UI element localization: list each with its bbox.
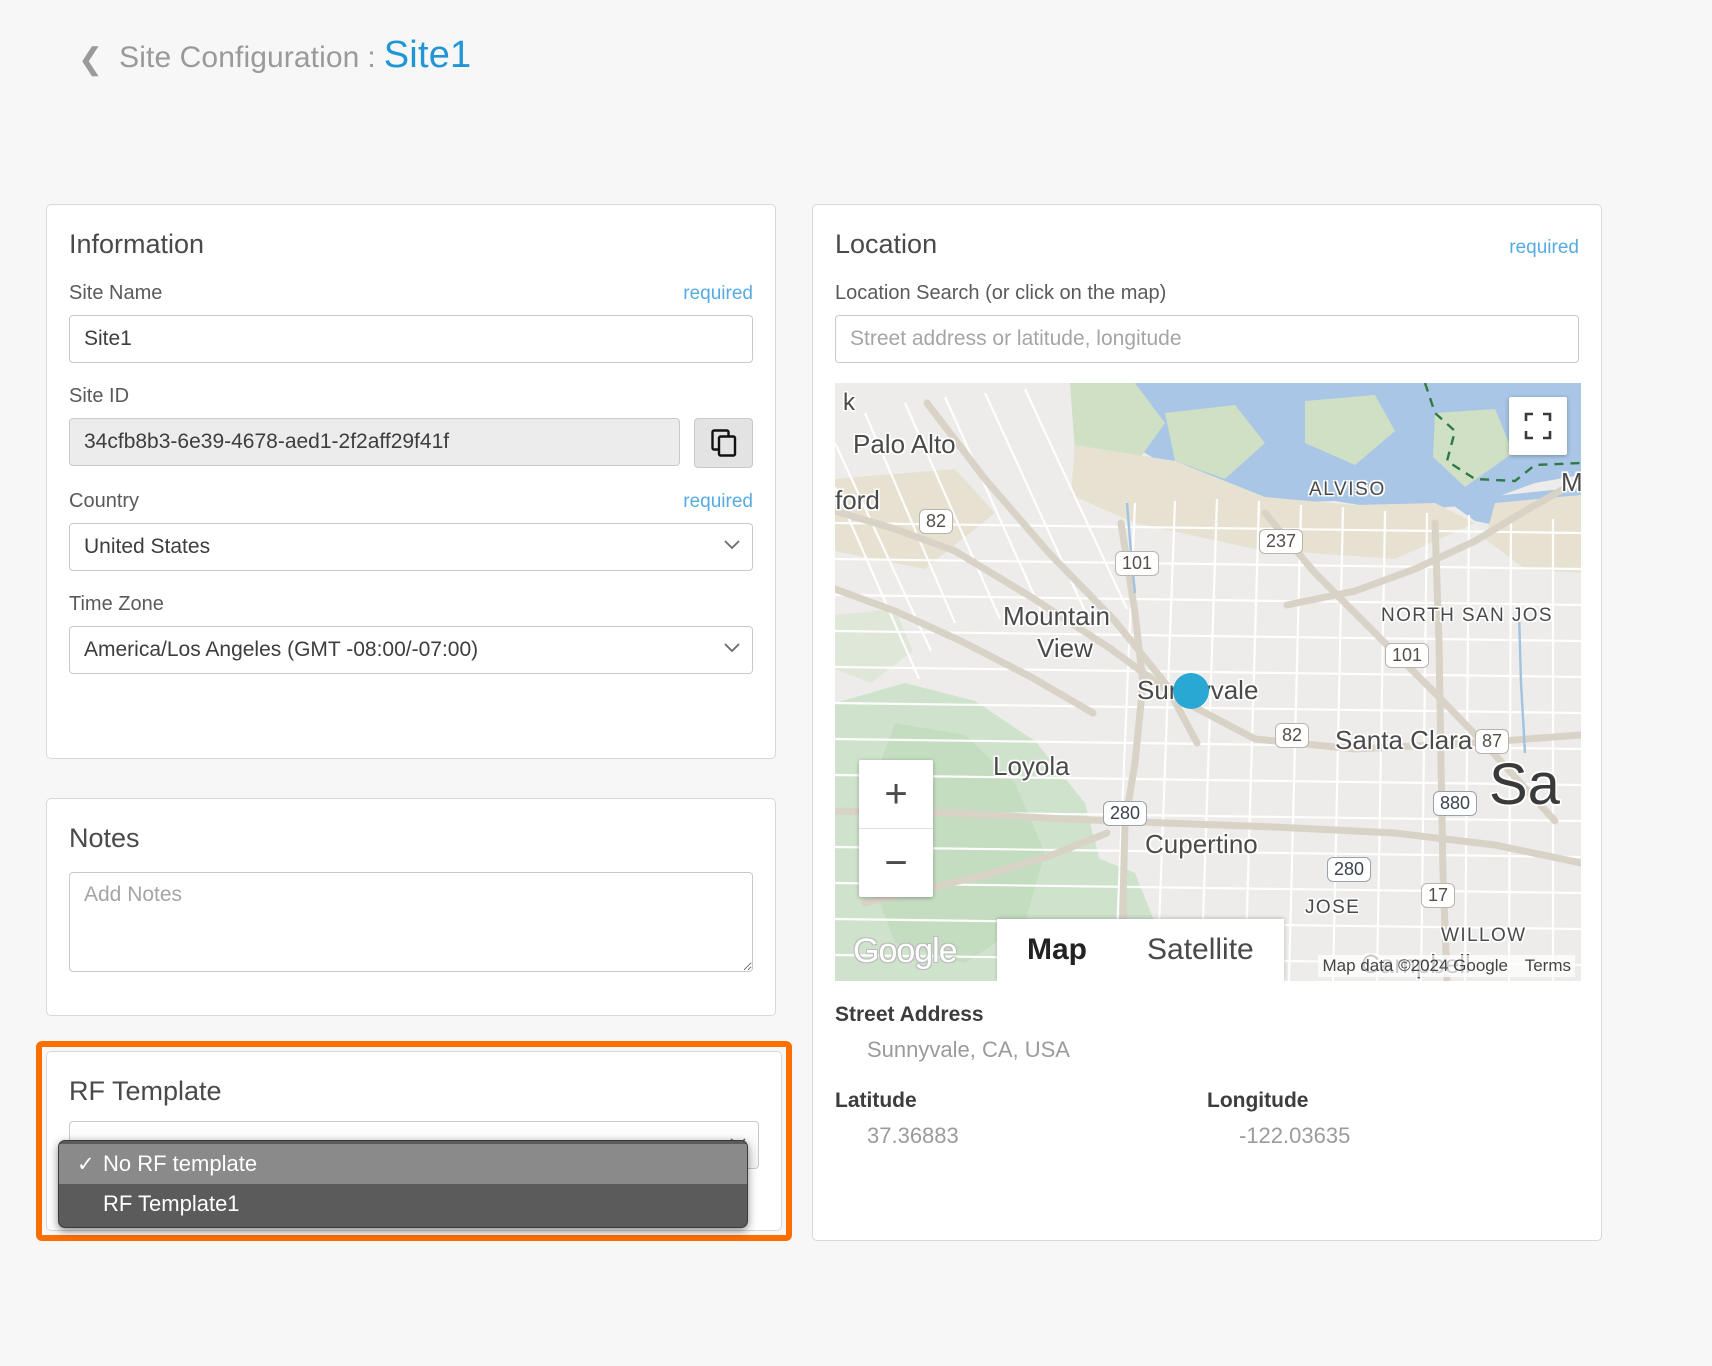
- map-label: M: [1561, 467, 1581, 498]
- street-address-label: Street Address: [835, 1003, 1579, 1027]
- location-required-tag: required: [1509, 237, 1579, 259]
- page-title: Site1: [384, 34, 472, 77]
- map-label: Santa Clara: [1335, 725, 1472, 756]
- copy-site-id-button[interactable]: [694, 418, 753, 468]
- map-terms-link[interactable]: Terms: [1525, 956, 1571, 975]
- site-name-label: Site Name: [69, 282, 162, 305]
- map-label: JOSE: [1305, 897, 1360, 919]
- timezone-select-value: America/Los Angeles (GMT -08:00/-07:00): [84, 638, 478, 662]
- map-type-map-button[interactable]: Map: [997, 919, 1117, 981]
- latitude-value: 37.36883: [835, 1123, 1207, 1149]
- country-select[interactable]: United States: [69, 523, 753, 571]
- breadcrumb: ❮ Site Configuration : Site1: [78, 34, 471, 77]
- map-label: Sa: [1489, 751, 1560, 818]
- information-card: Information Site Name required Site ID: [46, 204, 776, 759]
- route-shield: 101: [1115, 551, 1159, 576]
- route-shield: 880: [1433, 791, 1477, 816]
- google-logo: Google: [853, 932, 957, 971]
- rf-template-option-label: No RF template: [103, 1151, 257, 1177]
- site-id-input[interactable]: [69, 418, 680, 466]
- country-label: Country: [69, 490, 139, 513]
- map-label: Mountain: [1003, 601, 1110, 632]
- street-address-value: Sunnyvale, CA, USA: [835, 1037, 1579, 1063]
- longitude-label: Longitude: [1207, 1089, 1579, 1113]
- map-label: NORTH SAN JOS: [1381, 605, 1553, 627]
- route-shield: 87: [1475, 729, 1509, 754]
- route-shield: 280: [1327, 857, 1371, 882]
- map-type-satellite-button[interactable]: Satellite: [1117, 919, 1284, 981]
- country-select-value: United States: [84, 535, 210, 559]
- information-title: Information: [69, 229, 753, 260]
- chevron-down-icon: [724, 643, 738, 657]
- latitude-label: Latitude: [835, 1089, 1207, 1113]
- map-label: Loyola: [993, 751, 1070, 782]
- map-label: Cupertino: [1145, 829, 1258, 860]
- map-fullscreen-button[interactable]: [1509, 397, 1567, 455]
- map-label: ford: [835, 485, 880, 516]
- site-name-required-tag: required: [683, 283, 753, 305]
- route-shield: 17: [1421, 883, 1455, 908]
- longitude-col: Longitude -122.03635: [1207, 1089, 1579, 1149]
- rf-template-title: RF Template: [69, 1076, 759, 1107]
- location-marker-icon: [1173, 673, 1209, 709]
- map-label: ALVISO: [1309, 479, 1386, 501]
- location-map[interactable]: k Palo Alto ford ALVISO M Mountain View …: [835, 383, 1581, 981]
- map-data-text: Map data ©2024 Google: [1322, 956, 1508, 975]
- chevron-left-icon[interactable]: ❮: [78, 45, 103, 75]
- fullscreen-icon: [1524, 412, 1552, 440]
- country-required-tag: required: [683, 491, 753, 513]
- copy-icon: [711, 429, 737, 457]
- route-shield: 82: [919, 509, 953, 534]
- address-block: Street Address Sunnyvale, CA, USA Latitu…: [813, 1003, 1601, 1149]
- map-zoom-controls[interactable]: + −: [859, 760, 933, 897]
- rf-template-option-label: RF Template1: [103, 1191, 240, 1217]
- chevron-down-icon: [724, 540, 738, 554]
- map-label: k: [843, 389, 855, 417]
- map-label: View: [1037, 633, 1093, 664]
- route-shield: 280: [1103, 801, 1147, 826]
- map-zoom-in-button[interactable]: +: [859, 760, 933, 828]
- site-id-label: Site ID: [69, 385, 129, 408]
- location-search-label: Location Search (or click on the map): [835, 282, 1579, 305]
- notes-card: Notes: [46, 798, 776, 1016]
- location-title: Location: [835, 229, 937, 260]
- latitude-col: Latitude 37.36883: [835, 1089, 1207, 1149]
- rf-template-dropdown-menu[interactable]: ✓ No RF template RF Template1: [58, 1140, 748, 1228]
- timezone-label: Time Zone: [69, 593, 164, 616]
- site-configuration-page: ❮ Site Configuration : Site1 Information…: [0, 0, 1712, 1366]
- map-label: WILLOW: [1441, 925, 1526, 947]
- notes-title: Notes: [69, 823, 753, 854]
- notes-textarea[interactable]: [69, 872, 753, 972]
- map-attribution: Map data ©2024 Google Terms: [1318, 955, 1575, 977]
- breadcrumb-separator: :: [367, 41, 375, 75]
- breadcrumb-parent[interactable]: Site Configuration: [119, 41, 359, 75]
- map-type-switcher[interactable]: Map Satellite: [997, 919, 1284, 981]
- map-zoom-out-button[interactable]: −: [859, 829, 933, 897]
- timezone-select[interactable]: America/Los Angeles (GMT -08:00/-07:00): [69, 626, 753, 674]
- location-card: Location required Location Search (or cl…: [812, 204, 1602, 1241]
- route-shield: 237: [1259, 529, 1303, 554]
- longitude-value: -122.03635: [1207, 1123, 1579, 1149]
- check-icon: ✓: [77, 1152, 103, 1177]
- map-label: Palo Alto: [853, 429, 956, 460]
- route-shield: 101: [1385, 643, 1429, 668]
- site-name-input[interactable]: [69, 315, 753, 363]
- lat-long-row: Latitude 37.36883 Longitude -122.03635: [835, 1089, 1579, 1149]
- rf-template-option-rf-template1[interactable]: RF Template1: [59, 1184, 747, 1224]
- route-shield: 82: [1275, 723, 1309, 748]
- location-search-input[interactable]: [835, 315, 1579, 363]
- rf-template-option-no-rf-template[interactable]: ✓ No RF template: [59, 1144, 747, 1184]
